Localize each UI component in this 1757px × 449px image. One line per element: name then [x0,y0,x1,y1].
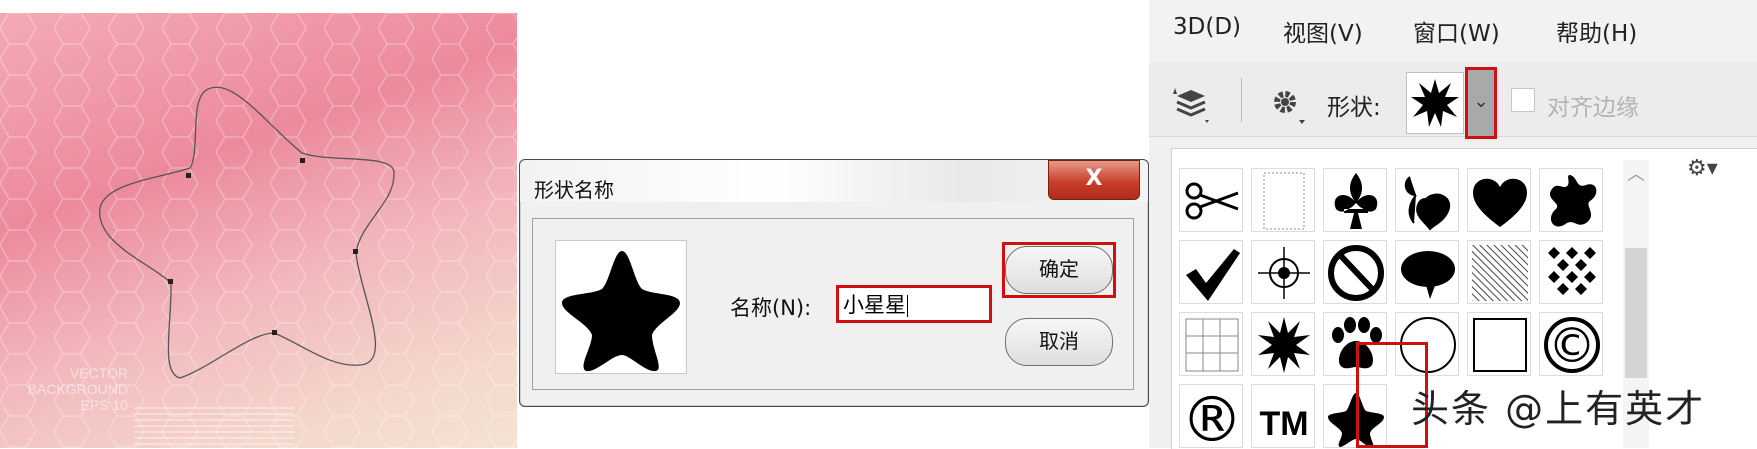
photoshop-panel: 3D(D) 视图(V) 窗口(W) 帮助(H) 形状: ⌄ 对齐边缘 ⚙▾ © … [1149,0,1757,449]
shape-cell-copyright[interactable]: © [1539,312,1603,376]
watermark-line: BACKGROUND [27,381,128,397]
menu-3d[interactable]: 3D(D) [1173,14,1241,40]
fine-print-decoration [134,407,294,447]
shape-cell-grid[interactable] [1179,312,1243,376]
picker-settings-gear-icon[interactable]: ⚙▾ [1687,156,1718,181]
shape-name-value: 小星星 [843,293,906,317]
close-button[interactable]: X [1048,160,1140,200]
registered-symbol: ® [1181,385,1243,449]
blank-frame-icon [1263,172,1305,230]
trademark-symbol: TM [1259,405,1308,443]
shape-cell-scissors[interactable] [1179,168,1243,232]
shape-cell-frame[interactable] [1251,168,1315,232]
shape-preview [555,240,687,374]
no-symbol-icon [1328,245,1384,301]
checkmark-icon [1186,249,1240,301]
align-edges-checkbox[interactable] [1511,88,1535,112]
crosshair-icon [1258,247,1310,299]
copyright-symbol: © [1548,318,1596,374]
shape-cell-crosshair[interactable] [1251,240,1315,304]
canvas-watermark: VECTOR BACKGROUND EPS 10 [18,365,128,413]
current-shape-swatch[interactable] [1406,72,1464,134]
shape-cell-registered[interactable]: ® [1179,384,1243,449]
cancel-button[interactable]: 取消 [1005,318,1113,366]
shape-cell-heart[interactable] [1467,168,1531,232]
scrollbar-thumb[interactable] [1625,248,1647,378]
text-caret [907,295,908,317]
starburst-icon [1258,317,1310,373]
registered-icon: ® [1181,385,1243,449]
scissors-icon [1185,182,1239,220]
fleur-de-lis-icon [1334,173,1378,229]
menu-help[interactable]: 帮助(H) [1556,14,1637,48]
shape-name-dialog: 形状名称 X 名称(N): 小星星 确定 取消 [519,159,1149,407]
layers-arrange-icon[interactable] [1171,84,1211,124]
dots-pattern-icon [1548,247,1596,295]
shape-cell-speech[interactable] [1395,240,1459,304]
document-canvas[interactable]: VECTOR BACKGROUND EPS 10 [0,13,517,448]
name-label: 名称(N): [730,296,812,320]
watermark-line: VECTOR [69,365,128,381]
trademark-icon: TM [1259,405,1308,443]
shape-dropdown-button[interactable]: ⌄ [1465,67,1497,139]
shape-name-input[interactable]: 小星星 [836,285,992,323]
hatch-pattern-icon [1472,245,1528,301]
ornament-icon [1404,176,1451,231]
shape-cell-check[interactable] [1179,240,1243,304]
shape-cell-trademark[interactable]: TM [1251,384,1315,448]
heart-icon [1473,178,1527,227]
close-icon: X [1085,166,1103,191]
blob-icon [1549,175,1597,227]
shape-cell-no-symbol[interactable] [1323,240,1387,304]
scroll-up-icon[interactable]: ︿ [1627,160,1645,186]
shape-cell-blob[interactable] [1539,168,1603,232]
shape-cell-square[interactable] [1467,312,1531,376]
ok-button[interactable]: 确定 [1005,246,1113,294]
square-icon [1473,318,1527,372]
shape-cell-ornament[interactable] [1395,168,1459,232]
source-watermark: 头条 @上有英才 [1411,387,1706,431]
shape-cell-starburst[interactable] [1251,312,1315,376]
soft-star-preview-icon [562,251,680,372]
align-edges-label: 对齐边缘 [1547,95,1639,121]
menu-view[interactable]: 视图(V) [1283,14,1363,48]
starburst-icon [1411,79,1459,127]
copyright-icon: © [1544,317,1600,374]
dialog-title: 形状名称 [534,178,614,202]
separator [1241,78,1242,122]
chevron-down-icon: ⌄ [1473,91,1489,112]
gear-icon[interactable] [1269,86,1309,126]
shape-cell-hatch[interactable] [1467,240,1531,304]
shape-cell-dots[interactable] [1539,240,1603,304]
shape-label: 形状: [1327,95,1381,121]
menu-window[interactable]: 窗口(W) [1413,14,1500,48]
speech-bubble-icon [1401,251,1455,299]
watermark-line: EPS 10 [80,397,128,413]
grid-icon [1185,318,1239,372]
shape-cell-fleur[interactable] [1323,168,1387,232]
